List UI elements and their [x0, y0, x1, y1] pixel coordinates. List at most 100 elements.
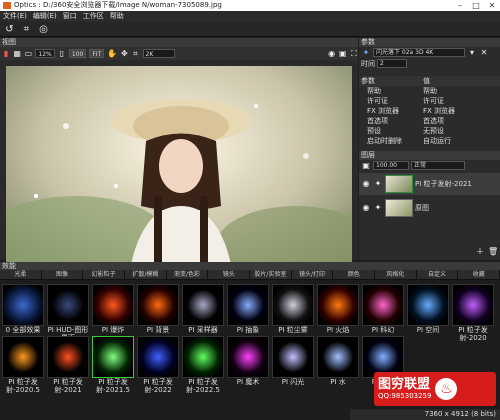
effect-thumbnail[interactable]: [227, 336, 269, 378]
category-tab[interactable]: 图像: [42, 270, 84, 279]
effect-thumbnail[interactable]: [227, 284, 269, 326]
watermark-qq: QQ:985303259: [378, 392, 432, 400]
effect-thumbnail[interactable]: [137, 284, 179, 326]
preset-dropdown-icon[interactable]: ▾: [467, 48, 477, 58]
layers-title: 图层: [359, 151, 500, 160]
zoom-fit-icon[interactable]: ▯: [58, 49, 66, 59]
delete-layer-icon[interactable]: 🗑: [488, 247, 498, 257]
layers-panel: 图层 ▣ 100.00 正常 ◉ ✦ PI 粒子发射-2021 ◉ ✦ 原图 ＋…: [359, 151, 500, 259]
menu-file[interactable]: 文件(E): [0, 11, 30, 22]
effect-thumbnail[interactable]: [47, 336, 89, 378]
compare-icon[interactable]: ◎: [38, 24, 49, 35]
effect-thumbnail[interactable]: [272, 284, 314, 326]
category-tab[interactable]: 幻影粒子: [83, 270, 126, 279]
effect-thumbnail[interactable]: [92, 336, 134, 378]
image-dimensions: 7360 x 4912 (8 bits): [424, 410, 496, 418]
category-tab[interactable]: 渐变/色彩: [167, 270, 209, 279]
category-tab[interactable]: 自定义: [417, 270, 459, 279]
time-input[interactable]: 2: [377, 59, 407, 68]
category-tab[interactable]: 风格化: [375, 270, 417, 279]
title-bar: Optics : D:/360安全浏览器下载/Image N/woman-730…: [0, 0, 500, 11]
effect-thumbnail[interactable]: [47, 284, 89, 326]
effect-thumbnail[interactable]: [362, 284, 404, 326]
minimize-button[interactable]: –: [452, 0, 468, 11]
close-button[interactable]: ✕: [484, 0, 500, 11]
opacity-input[interactable]: 100.00: [373, 161, 409, 170]
effect-thumbnail[interactable]: [137, 336, 179, 378]
category-tab[interactable]: 颜色: [333, 270, 376, 279]
effect-thumbnail[interactable]: [452, 284, 494, 326]
effects-title: 效能: [0, 262, 500, 270]
grid-icon[interactable]: ▦: [13, 49, 21, 59]
preset-select[interactable]: 闪光落下 02a 3D 4K: [373, 48, 465, 57]
table-row[interactable]: 启动时删除 自动运行: [359, 136, 500, 146]
watermark-brand: 图穷联盟: [378, 377, 431, 392]
effect-thumbnail[interactable]: [317, 284, 359, 326]
eye-icon[interactable]: ◉: [328, 49, 336, 59]
rgb-channels-icon[interactable]: ▮: [2, 49, 10, 59]
table-row[interactable]: 预设 无预设: [359, 126, 500, 136]
expand-icon[interactable]: ⛶: [350, 49, 358, 59]
category-tab[interactable]: 扩散/模糊: [125, 270, 167, 279]
close-effect-icon[interactable]: ✕: [479, 48, 489, 58]
zoom-select[interactable]: 12%: [35, 49, 55, 58]
time-row: 时间 2: [359, 58, 500, 69]
flame-icon: ♨: [435, 378, 458, 400]
resolution-select[interactable]: 2K: [142, 49, 175, 58]
blend-select[interactable]: 正常: [411, 161, 465, 170]
effect-thumbnail[interactable]: [317, 336, 359, 378]
effect-thumbnail[interactable]: [272, 336, 314, 378]
table-row[interactable]: 首选项 首选项: [359, 116, 500, 126]
image-canvas[interactable]: [6, 66, 352, 294]
hand-icon[interactable]: ✋: [107, 49, 117, 59]
zoom-out-icon[interactable]: ▭: [24, 49, 33, 59]
category-tab[interactable]: 胶片/实验室: [250, 270, 292, 279]
table-row[interactable]: FX 浏览器 FX 浏览器: [359, 106, 500, 116]
crop-icon[interactable]: ⌗: [21, 24, 32, 35]
maximize-button[interactable]: □: [468, 0, 484, 11]
category-tab[interactable]: 收藏: [458, 270, 500, 279]
app-icon: [3, 2, 11, 9]
menu-edit[interactable]: 编辑(E): [30, 11, 60, 22]
category-tab[interactable]: 镜头/打印: [292, 270, 334, 279]
menu-workspace[interactable]: 工作区: [80, 11, 107, 22]
effect-icon: ✦: [362, 47, 370, 57]
crop-icon[interactable]: ⌗: [131, 49, 139, 59]
effect-thumbnail[interactable]: [92, 284, 134, 326]
effect-label: PI 粒子发射-2021.5: [95, 378, 131, 394]
effect-thumbnail[interactable]: [2, 284, 44, 326]
layer-name: 原图: [415, 204, 429, 212]
menu-window[interactable]: 窗口: [60, 11, 80, 22]
category-tab[interactable]: 光柔: [0, 270, 42, 279]
layer-mask-icon[interactable]: ▣: [361, 161, 371, 171]
layer-item[interactable]: ◉ ✦ PI 粒子发射-2021: [359, 173, 500, 195]
table-row[interactable]: 许可证 许可证: [359, 96, 500, 106]
category-tab[interactable]: 镜头: [208, 270, 251, 279]
fx-icon[interactable]: ✦: [373, 203, 383, 213]
visibility-icon[interactable]: ◉: [361, 203, 371, 213]
camera-icon[interactable]: ▣: [339, 49, 347, 59]
zoom-fit-button[interactable]: FIT: [89, 49, 105, 58]
visibility-icon[interactable]: ◉: [361, 179, 371, 189]
main-toolbar: ↺ ⌗ ◎: [0, 22, 500, 37]
fx-icon[interactable]: ✦: [373, 179, 383, 189]
effect-label: PI 背景: [146, 326, 170, 334]
add-layer-icon[interactable]: ＋: [475, 247, 485, 257]
move-icon[interactable]: ✥: [120, 49, 128, 59]
status-bar: 7360 x 4912 (8 bits): [350, 409, 500, 420]
effect-thumbnail[interactable]: [182, 284, 224, 326]
undo-icon[interactable]: ↺: [4, 24, 15, 35]
effect-label: PI 空间: [416, 326, 440, 334]
effect-label: PI 粒子发射-2021: [53, 378, 83, 394]
zoom-100-button[interactable]: 100: [68, 49, 87, 58]
effects-browser: 效能 光柔 图像 幻影粒子 扩散/模糊 渐变/色彩 镜头 胶片/实验室 镜头/打印 颜色 风格化自…: [0, 262, 500, 420]
layer-item[interactable]: ◉ ✦ 原图: [359, 197, 500, 219]
menu-help[interactable]: 帮助: [107, 11, 127, 22]
effect-thumbnail[interactable]: [2, 336, 44, 378]
effect-thumbnail[interactable]: [182, 336, 224, 378]
effect-label: PI 粒子发射-2020.5: [5, 378, 41, 394]
effect-label: PI 火焰: [326, 326, 350, 334]
effect-thumbnail[interactable]: [407, 284, 449, 326]
params-column-header: 参数: [361, 77, 375, 85]
table-row[interactable]: 帮助 帮助: [359, 86, 500, 96]
